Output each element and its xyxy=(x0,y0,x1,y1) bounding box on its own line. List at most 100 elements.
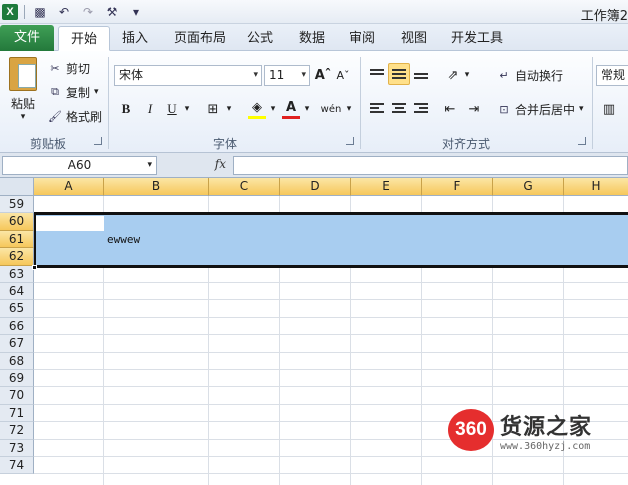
row-header-66[interactable]: 66 xyxy=(0,317,34,336)
row-header-61[interactable]: 61 xyxy=(0,230,34,249)
formula-input[interactable] xyxy=(233,156,628,175)
undo-icon[interactable]: ↶ xyxy=(55,3,73,21)
wrap-text-button[interactable]: ↵ 自动换行 xyxy=(497,65,563,85)
insert-function-icon[interactable]: fx xyxy=(215,157,226,171)
chevron-down-icon[interactable]: ▾ xyxy=(462,65,472,85)
divider xyxy=(360,57,361,149)
tab-file[interactable]: 文件 xyxy=(0,25,54,51)
name-box-value: A60 xyxy=(67,158,92,172)
paste-button[interactable]: 粘贴 ▾ xyxy=(8,57,38,129)
row-header-68[interactable]: 68 xyxy=(0,352,34,370)
column-header-b[interactable]: B xyxy=(104,178,209,196)
chevron-down-icon[interactable]: ▾ xyxy=(224,99,234,119)
name-box[interactable]: A60 ▾ xyxy=(2,156,157,175)
phonetic-guide-icon[interactable]: wén xyxy=(320,99,342,119)
row-header-70[interactable]: 70 xyxy=(0,387,34,405)
row-header-59[interactable]: 59 xyxy=(0,196,34,214)
watermark-text: 货源之家 www.360hyzj.com xyxy=(500,409,592,452)
grow-font-icon[interactable]: Aˆ xyxy=(314,65,332,85)
align-center-icon[interactable] xyxy=(388,97,410,119)
format-painter-button[interactable]: 🖌 格式刷 xyxy=(48,107,102,125)
row-header-60[interactable]: 60 xyxy=(0,213,34,231)
borders-icon[interactable]: ⊞ xyxy=(204,99,222,119)
column-header-a[interactable]: A xyxy=(34,178,104,196)
tab-formulas[interactable]: 公式 xyxy=(238,26,282,51)
cell-b61[interactable]: ewwew xyxy=(107,233,140,246)
bold-button[interactable]: B xyxy=(118,99,134,119)
row-header-64[interactable]: 64 xyxy=(0,283,34,301)
tab-data[interactable]: 数据 xyxy=(290,26,334,51)
column-header-d[interactable]: D xyxy=(280,178,351,196)
increase-indent-icon[interactable]: ⇥ xyxy=(464,99,484,119)
clipboard-group-label: 剪贴板 xyxy=(29,137,66,151)
save-icon[interactable]: ▩ xyxy=(31,3,49,21)
chevron-down-icon[interactable]: ▾ xyxy=(344,99,354,119)
row-header-69[interactable]: 69 xyxy=(0,370,34,388)
copy-button[interactable]: ⧉ 复制 ▾ xyxy=(48,83,98,101)
tab-developer[interactable]: 开发工具 xyxy=(446,26,508,51)
decrease-indent-icon[interactable]: ⇤ xyxy=(440,99,460,119)
tools-icon[interactable]: ⚒ xyxy=(103,3,121,21)
chevron-down-icon[interactable]: ▾ xyxy=(302,99,312,119)
column-header-e[interactable]: E xyxy=(351,178,422,196)
merge-center-button[interactable]: ⊡ 合并后居中 ▾ xyxy=(497,99,583,119)
align-bottom-icon[interactable] xyxy=(410,63,432,85)
tab-review[interactable]: 审阅 xyxy=(340,26,384,51)
cut-button[interactable]: ✂ 剪切 xyxy=(48,59,90,77)
select-all-corner[interactable] xyxy=(0,178,34,196)
format-painter-label: 格式刷 xyxy=(66,109,103,124)
alignment-launcher-icon[interactable] xyxy=(578,137,586,145)
quick-access-toolbar: X ▩ ↶ ↷ ⚒ ▾ xyxy=(2,2,145,22)
gridline xyxy=(34,334,628,336)
active-cell-a60[interactable] xyxy=(36,216,104,231)
tab-insert[interactable]: 插入 xyxy=(112,26,158,51)
font-name-select[interactable]: 宋体 ▾ xyxy=(114,65,262,86)
copy-label: 复制 xyxy=(66,85,91,100)
row-header-74[interactable]: 74 xyxy=(0,457,34,475)
number-format-select[interactable]: 常规 xyxy=(596,65,628,86)
excel-icon[interactable]: X xyxy=(2,4,18,20)
font-size-select[interactable]: 11 ▾ xyxy=(264,65,310,86)
row-header-67[interactable]: 67 xyxy=(0,335,34,353)
italic-button[interactable]: I xyxy=(142,99,158,119)
row-header-65[interactable]: 65 xyxy=(0,300,34,318)
font-name-value: 宋体 xyxy=(119,68,144,82)
align-top-icon[interactable] xyxy=(366,63,388,85)
clipboard-launcher-icon[interactable] xyxy=(94,137,102,145)
column-header-g[interactable]: G xyxy=(493,178,564,196)
row-header-73[interactable]: 73 xyxy=(0,439,34,457)
orientation-icon[interactable]: ⇗ xyxy=(444,65,462,85)
tab-view[interactable]: 视图 xyxy=(392,26,436,51)
column-header-h[interactable]: H xyxy=(564,178,628,196)
window-title: 工作簿2 xyxy=(580,9,628,24)
align-left-icon[interactable] xyxy=(366,97,388,119)
chevron-down-icon: ▾ xyxy=(301,70,306,80)
align-right-icon[interactable] xyxy=(410,97,432,119)
chevron-down-icon: ▾ xyxy=(253,70,258,80)
tab-page-layout[interactable]: 页面布局 xyxy=(164,26,236,51)
alignment-group-label: 对齐方式 xyxy=(441,137,490,151)
customize-qat-icon[interactable]: ▾ xyxy=(127,3,145,21)
accounting-format-icon[interactable]: ▥ xyxy=(600,99,618,119)
row-header-62[interactable]: 62 xyxy=(0,248,34,266)
paste-label: 粘贴 xyxy=(10,97,35,111)
tab-home[interactable]: 开始 xyxy=(58,26,110,51)
gridline xyxy=(34,386,628,388)
merge-cells-icon: ⊡ xyxy=(499,102,509,116)
font-color-icon[interactable]: A xyxy=(282,99,300,119)
row-header-72[interactable]: 72 xyxy=(0,422,34,440)
chevron-down-icon[interactable]: ▾ xyxy=(268,99,278,119)
row-header-63[interactable]: 63 xyxy=(0,265,34,283)
font-launcher-icon[interactable] xyxy=(346,137,354,145)
redo-icon[interactable]: ↷ xyxy=(79,3,97,21)
divider xyxy=(24,5,25,19)
column-header-c[interactable]: C xyxy=(209,178,280,196)
shrink-font-icon[interactable]: Aˇ xyxy=(334,65,352,85)
align-middle-icon[interactable] xyxy=(388,63,410,85)
underline-button[interactable]: U xyxy=(164,99,180,119)
chevron-down-icon[interactable]: ▾ xyxy=(182,99,192,119)
fill-color-icon[interactable]: ◈ xyxy=(248,99,266,119)
row-header-71[interactable]: 71 xyxy=(0,404,34,423)
column-header-f[interactable]: F xyxy=(422,178,493,196)
fill-handle[interactable] xyxy=(32,264,37,270)
